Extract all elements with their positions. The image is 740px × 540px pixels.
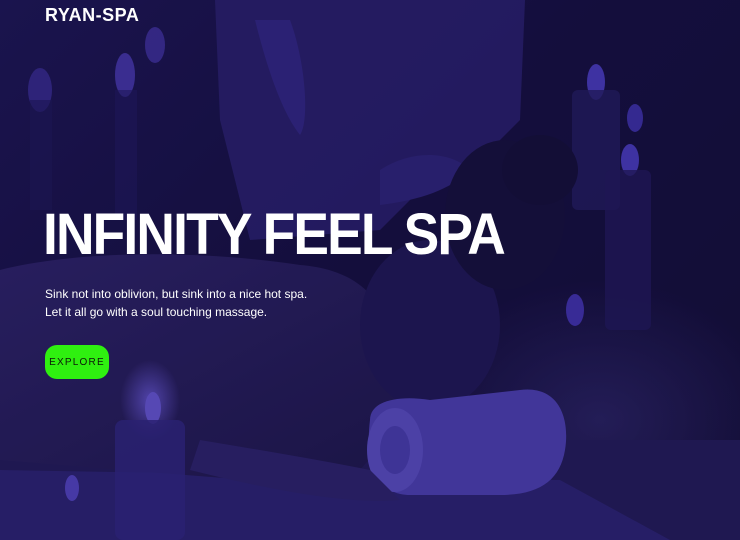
hero-tagline: Sink not into oblivion, but sink into a … [45, 285, 307, 321]
tagline-line-2: Let it all go with a soul touching massa… [45, 305, 268, 319]
hero-title: INFINITY FEEL SPA [43, 202, 506, 267]
hero-section: RYAN-SPA INFINITY FEEL SPA Sink not into… [0, 0, 740, 540]
tagline-line-1: Sink not into oblivion, but sink into a … [45, 287, 308, 301]
hero-background-photo [0, 0, 740, 540]
brand-logo[interactable]: RYAN-SPA [45, 5, 139, 26]
explore-button[interactable]: EXPLORE [45, 345, 109, 379]
